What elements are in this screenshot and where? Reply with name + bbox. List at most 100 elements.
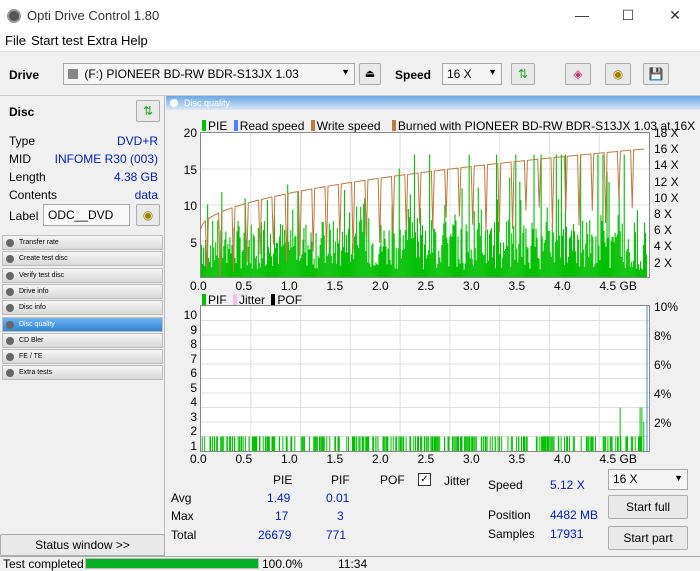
pie-bar [527,248,529,277]
pie-bar [291,247,293,277]
nav-item-transfer-rate[interactable]: Transfer rate [2,235,163,250]
pie-bar [481,252,483,277]
pif-bar [634,436,636,451]
nav-item-icon [6,320,14,329]
pie-bar [509,177,511,277]
app-icon [7,9,21,23]
pif-bar [321,436,323,451]
panel-title: Disc quality [184,98,231,108]
jitter-label: Jitter [444,474,471,488]
pie-bar [599,260,601,277]
pie-bar [602,154,604,277]
chart2-x-tick: 3.5 [508,452,526,466]
nav-item-disc-quality[interactable]: Disc quality [2,316,163,332]
avg-pif: 0.01 [326,491,350,505]
chart1-x-tick: 0.0 [190,279,207,293]
pie-bar [226,262,228,277]
speed-select[interactable]: 16 X ▼ [442,63,502,85]
pif-bar [238,436,240,451]
test-speed-select[interactable]: 16 X ▼ [608,469,688,490]
eject-button[interactable]: ⏏ [359,63,381,85]
pif-bar [595,436,597,451]
pie-bar [279,236,281,277]
pif-bar [484,436,486,451]
menu-start-test[interactable]: Start test [31,33,83,48]
nav-item-drive-info[interactable]: Drive info [2,283,163,299]
chart1-y2-tick: 8 X [654,207,673,221]
pie-bar [347,228,350,277]
pie-bar [586,222,588,277]
pif-bar [210,436,212,451]
pif-bar [627,436,629,451]
pie-bar [605,246,607,277]
pie-bar [267,247,270,277]
pie-bar [523,225,525,277]
pif-bar [326,436,328,451]
pie-bar [335,263,337,277]
erase-button[interactable]: ◈ [565,63,591,85]
menu-file[interactable]: File [5,33,26,48]
start-part-button[interactable]: Start part [608,526,688,550]
label-input[interactable]: ODC__DVD [43,204,130,226]
test-speed-value: 16 X [613,472,638,486]
chevron-down-icon: ▼ [488,67,497,77]
pie-bar [377,264,379,277]
pie-bar [417,241,420,277]
pie-bar [613,242,615,277]
chart1-y-tick: 15 [183,162,197,177]
pie-bar [209,261,211,277]
pie-bar [473,211,475,277]
pif-bar [494,436,496,451]
maximize-icon[interactable]: ☐ [613,4,643,26]
nav-item-disc-info[interactable]: Disc info [2,300,163,316]
pie-bar [406,240,408,277]
jitter-checkbox[interactable]: ✓ [418,473,431,486]
pif-bar [535,436,537,451]
pie-bar [504,251,506,277]
pie-bar [639,261,642,277]
pie-bar [644,233,647,277]
pie-bar [432,252,434,277]
menu-extra[interactable]: Extra [87,33,117,48]
disc-quality-panel: Disc quality PIE Read speed Write speed … [166,96,700,556]
pie-bar [630,261,632,277]
pif-bar [639,407,641,451]
save-button[interactable]: 💾 [643,63,669,85]
nav-item-create-test-disc[interactable]: Create test disc [2,251,163,267]
menu-help[interactable]: Help [121,33,148,48]
chart1-y2-tick: 14 X [654,158,679,173]
minimize-icon[interactable]: — [567,4,597,26]
pif-bar [630,436,632,451]
pie-bar [230,253,232,277]
nav-item-extra-tests[interactable]: Extra tests [2,365,163,381]
chart1-y2-tick: 18 X [654,126,679,140]
pie-bar [215,242,217,277]
pif-bar [254,436,256,451]
refresh-speed-button[interactable]: ⇅ [511,63,535,85]
pie-bar [574,231,576,277]
nav-item-cd-bler[interactable]: CD Bler [2,332,163,348]
nav-item-verify-test-disc[interactable]: Verify test disc [2,267,163,283]
chart2-x-tick: 0.5 [235,452,253,466]
label-button[interactable]: ◉ [136,204,160,226]
pie-bar [583,249,585,277]
disc-refresh-button[interactable]: ⇅ [136,100,160,122]
pie-bar [250,224,252,277]
pie-bar [297,191,299,277]
pie-bar [424,244,426,277]
pie-bar [454,214,456,277]
status-window-button[interactable]: Status window >> [0,534,165,556]
nav-item-fe-te[interactable]: FE / TE [2,349,163,365]
pif-bar [588,436,590,451]
pie-bar [345,234,348,277]
pie-bar [428,250,430,277]
drive-select[interactable]: (F:) PIONEER BD-RW BDR-S13JX 1.03 ▼ [63,63,355,85]
pie-bar [622,262,624,277]
type-label: Type [9,134,36,148]
start-full-button[interactable]: Start full [608,495,688,519]
chart1-y2-tick: 12 X [654,174,679,189]
label-input-value: ODC__DVD [48,208,114,222]
close-icon[interactable]: ✕ [660,4,690,26]
chart2-y-tick: 3 [190,409,197,424]
copy-button[interactable]: ◉ [605,63,631,85]
